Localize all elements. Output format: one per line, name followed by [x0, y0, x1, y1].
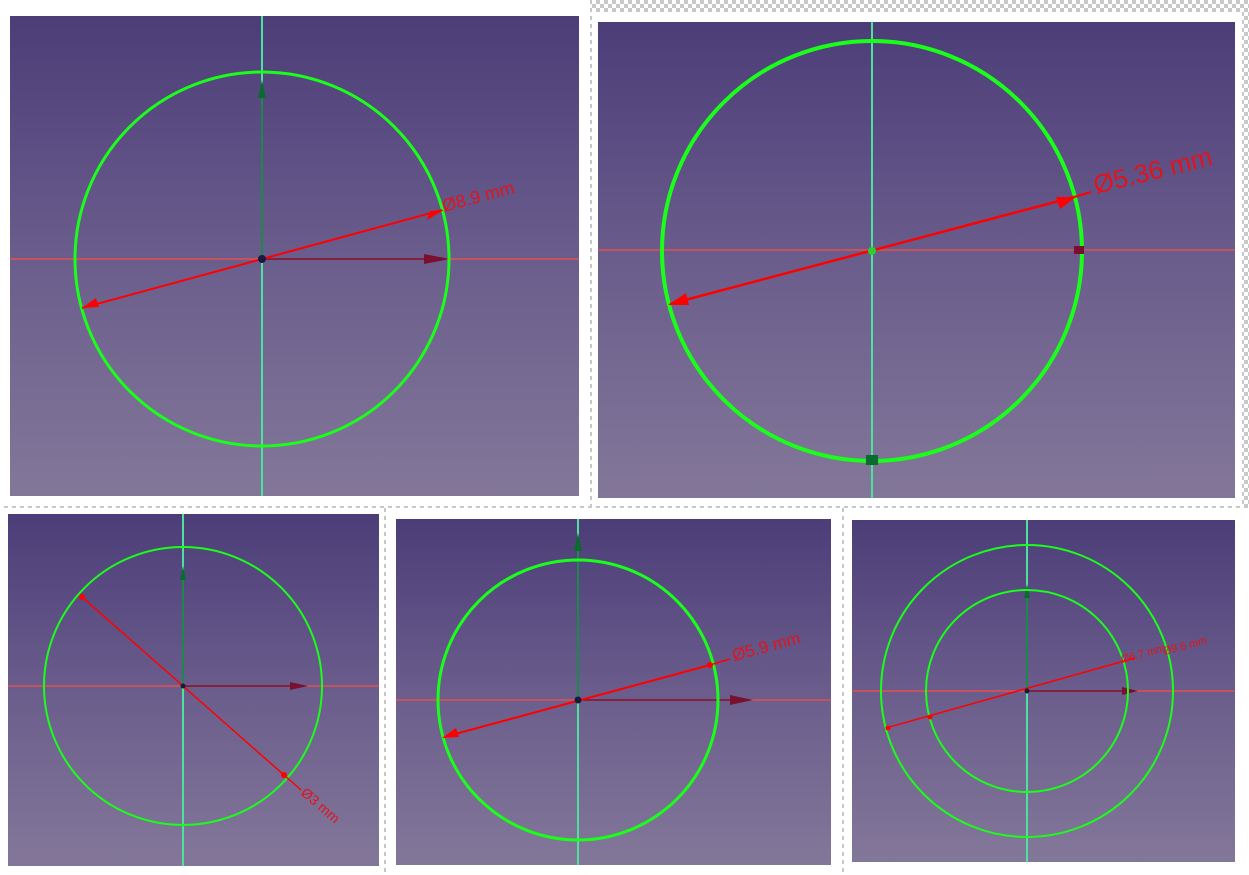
- sketch-view-1[interactable]: Ø8.9 mm: [10, 16, 579, 496]
- dimension-endpoint-start: [79, 594, 85, 600]
- sketch-view-4[interactable]: Ø5.9 mm: [396, 519, 831, 865]
- sketch-canvas-3[interactable]: Ø3 mm: [8, 514, 379, 866]
- dimension-label[interactable]: Ø3 mm: [298, 784, 343, 826]
- x-axis-arrowhead: [290, 682, 308, 690]
- y-axis-arrowhead: [574, 533, 582, 551]
- dimension-label-outer[interactable]: Ø9.6 mm: [1162, 635, 1209, 658]
- circle-center-point[interactable]: [868, 247, 876, 255]
- y-axis-end-marker: [866, 455, 878, 465]
- dimension-arrowhead-end: [1056, 197, 1076, 209]
- dimension-label[interactable]: Ø8.9 mm: [440, 177, 517, 215]
- y-axis-arrowhead: [180, 566, 186, 580]
- circle-center-point[interactable]: [1024, 688, 1030, 694]
- dimension-arrowhead-start: [442, 728, 459, 738]
- dimension-arrowhead-start: [82, 298, 99, 308]
- sketch-canvas-1[interactable]: Ø8.9 mm: [10, 16, 579, 496]
- sketch-view-5[interactable]: Ø6.7 mm Ø9.6 mm: [852, 520, 1235, 862]
- dimension-arrowhead-start: [668, 293, 689, 305]
- sketch-view-2[interactable]: Ø5.36 mm: [598, 22, 1235, 498]
- dimension-endpoint-inner: [927, 714, 933, 720]
- x-axis-arrowhead: [424, 254, 450, 264]
- x-axis-end-marker: [1074, 246, 1084, 254]
- x-axis-arrowhead: [1122, 687, 1138, 695]
- x-axis-arrowhead: [730, 695, 753, 705]
- y-axis-arrowhead: [258, 80, 266, 98]
- sketch-canvas-5[interactable]: Ø6.7 mm Ø9.6 mm: [852, 520, 1235, 862]
- dimension-label[interactable]: Ø5.9 mm: [730, 628, 802, 664]
- sketch-canvas-4[interactable]: Ø5.9 mm: [396, 519, 831, 865]
- circle-center-point[interactable]: [574, 696, 582, 704]
- dimension-extension-line: [283, 774, 302, 791]
- dimension-label[interactable]: Ø5.36 mm: [1090, 141, 1215, 199]
- circle-center-point[interactable]: [258, 255, 266, 263]
- circle-center-point[interactable]: [180, 683, 186, 689]
- sketch-canvas-2[interactable]: Ø5.36 mm: [598, 22, 1235, 498]
- diameter-dimension-line[interactable]: [885, 657, 1136, 729]
- dimension-extension-line: [1073, 191, 1092, 198]
- sketch-view-3[interactable]: Ø3 mm: [8, 514, 379, 866]
- dimension-endpoint-outer: [885, 725, 891, 731]
- dimension-label-inner[interactable]: Ø6.7 mm: [1120, 643, 1167, 666]
